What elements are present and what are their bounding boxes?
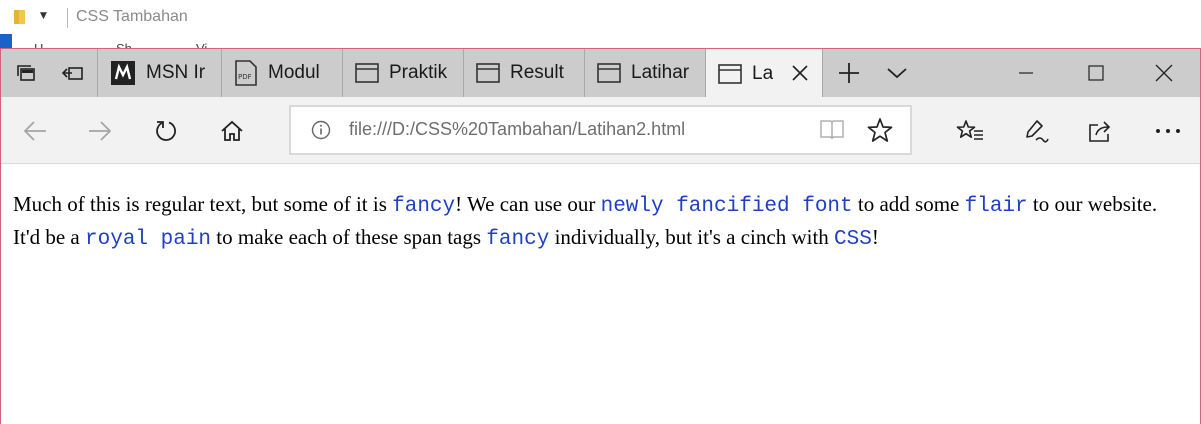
back-button[interactable]: [18, 114, 52, 148]
tab-title: Modul: [268, 62, 320, 83]
share-icon: [1089, 121, 1111, 142]
tab-result[interactable]: Result: [463, 49, 584, 97]
title-separator: [67, 8, 68, 28]
regular-text: to make each of these span tags: [211, 225, 487, 249]
pdf-icon: PDF: [235, 60, 257, 86]
tabs-stack-icon: [17, 65, 35, 81]
tab-set-aside-button[interactable]: [6, 49, 46, 97]
close-window-button[interactable]: [1134, 49, 1194, 97]
forward-button[interactable]: [83, 114, 117, 148]
fancy-span: fancy: [486, 228, 550, 251]
url-text[interactable]: file:///D:/CSS%20Tambahan/Latihan2.html: [349, 119, 685, 140]
home-button[interactable]: [215, 114, 249, 148]
page-icon: [355, 63, 379, 83]
regular-text: !: [871, 225, 879, 249]
maximize-button[interactable]: [1066, 49, 1126, 97]
tab-preview-button[interactable]: [877, 49, 917, 97]
maximize-icon: [1088, 65, 1104, 81]
home-icon: [221, 120, 243, 141]
tabs-aside-button[interactable]: [53, 49, 93, 97]
ribbon-tab-view[interactable]: Vi: [196, 41, 207, 48]
page-icon: [476, 63, 500, 83]
tab-title: Result: [510, 62, 564, 83]
regular-text: individually, but it's a cinch with: [549, 225, 835, 249]
tab-praktik[interactable]: Praktik: [342, 49, 463, 97]
fancy-span: CSS: [834, 228, 872, 251]
arrow-left-icon: [23, 121, 46, 141]
tab-msn[interactable]: MSN Ir: [97, 49, 221, 97]
tab-title: La: [752, 62, 774, 84]
star-icon[interactable]: [867, 117, 893, 143]
tab-title: Praktik: [389, 62, 448, 83]
minimize-button[interactable]: [996, 49, 1056, 97]
navigation-toolbar: file:///D:/CSS%20Tambahan/Latihan2.html: [1, 97, 1200, 164]
tab-modul[interactable]: PDF Modul: [221, 49, 342, 97]
browser-window: MSN Ir PDF Modul Praktik Result Latihar …: [0, 48, 1201, 424]
favorites-hub-button[interactable]: [953, 114, 987, 148]
ribbon-tab-share[interactable]: Sh: [116, 41, 132, 48]
fancy-span: fancy: [392, 195, 456, 218]
msn-icon: [111, 61, 135, 85]
close-tab-icon[interactable]: [790, 63, 810, 83]
ribbon-tab-home[interactable]: H: [34, 41, 43, 48]
tab-bar: MSN Ir PDF Modul Praktik Result Latihar …: [1, 49, 1200, 98]
fancy-span: royal pain: [85, 228, 212, 251]
refresh-icon: [156, 121, 176, 141]
minimize-icon: [1019, 72, 1033, 74]
explorer-window-title: CSS Tambahan: [76, 8, 188, 25]
fancy-span: newly fancified font: [600, 195, 853, 218]
tab-title: MSN Ir: [146, 62, 206, 83]
content-paragraph: Much of this is regular text, but some o…: [13, 189, 1188, 255]
share-button[interactable]: [1084, 114, 1118, 148]
more-button[interactable]: [1151, 114, 1185, 148]
set-aside-icon: [61, 67, 83, 80]
tab-title: Latihar: [631, 62, 690, 83]
fancy-span: flair: [964, 195, 1028, 218]
regular-text: ! We can use our: [455, 192, 601, 216]
svg-text:PDF: PDF: [238, 73, 252, 81]
reading-view-icon[interactable]: [819, 118, 845, 142]
tab-latihan[interactable]: Latihar: [584, 49, 705, 97]
favorites-list-icon: [956, 120, 983, 140]
regular-text: Much of this is regular text, but some o…: [13, 192, 393, 216]
quick-access-dropdown-icon[interactable]: ▼: [40, 11, 47, 21]
new-tab-button[interactable]: [829, 49, 869, 97]
pen-icon: [1026, 120, 1049, 143]
tab-latihan2-active[interactable]: La: [705, 49, 823, 98]
regular-text: to add some: [852, 192, 965, 216]
web-note-button[interactable]: [1019, 114, 1053, 148]
chevron-down-icon: [887, 68, 907, 79]
page-content: Much of this is regular text, but some o…: [1, 165, 1200, 424]
info-icon[interactable]: [311, 120, 331, 140]
page-icon: [597, 63, 621, 83]
file-menu-tab[interactable]: [0, 34, 12, 48]
close-icon: [1155, 64, 1173, 82]
refresh-button[interactable]: [149, 114, 183, 148]
explorer-ribbon-peek: H Sh Vi: [0, 34, 1201, 48]
folder-icon: [14, 10, 25, 24]
page-icon: [718, 63, 742, 84]
address-bar[interactable]: file:///D:/CSS%20Tambahan/Latihan2.html: [289, 105, 912, 155]
arrow-right-icon: [89, 121, 112, 141]
plus-icon: [839, 63, 859, 83]
more-dots-icon: [1156, 129, 1180, 133]
